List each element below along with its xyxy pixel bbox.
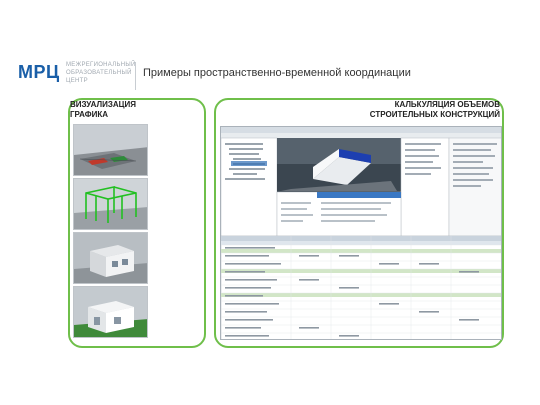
logo-line: МЕЖРЕГИОНАЛЬНЫЙ — [66, 62, 136, 68]
estimate-software-screenshot — [220, 126, 502, 340]
slide-title: Примеры пространственно-временной коорди… — [143, 67, 411, 79]
schedule-render-3 — [73, 232, 148, 284]
company-logo: МРЦ МЕЖРЕГИОНАЛЬНЫЙ ОБРАЗОВАТЕЛЬНЫЙ ЦЕНТ… — [18, 60, 135, 94]
volume-calculation-heading: КАЛЬКУЛЯЦИЯ ОБЪЕМОВ СТРОИТЕЛЬНЫХ КОНСТРУ… — [369, 100, 500, 119]
logo-mark: МРЦ — [18, 62, 60, 82]
logo-line: ОБРАЗОВАТЕЛЬНЫЙ — [66, 70, 132, 76]
logo-caption: МЕЖРЕГИОНАЛЬНЫЙ ОБРАЗОВАТЕЛЬНЫЙ ЦЕНТР — [66, 61, 136, 85]
logo-line: ЦЕНТР — [66, 78, 88, 84]
schedule-render-2 — [73, 178, 148, 230]
schedule-render-4 — [73, 286, 148, 338]
header-divider — [135, 62, 136, 90]
schedule-render-1 — [73, 124, 148, 176]
schedule-visualization-heading: ВИЗУАЛИЗАЦИЯ ГРАФИКА — [70, 100, 136, 119]
